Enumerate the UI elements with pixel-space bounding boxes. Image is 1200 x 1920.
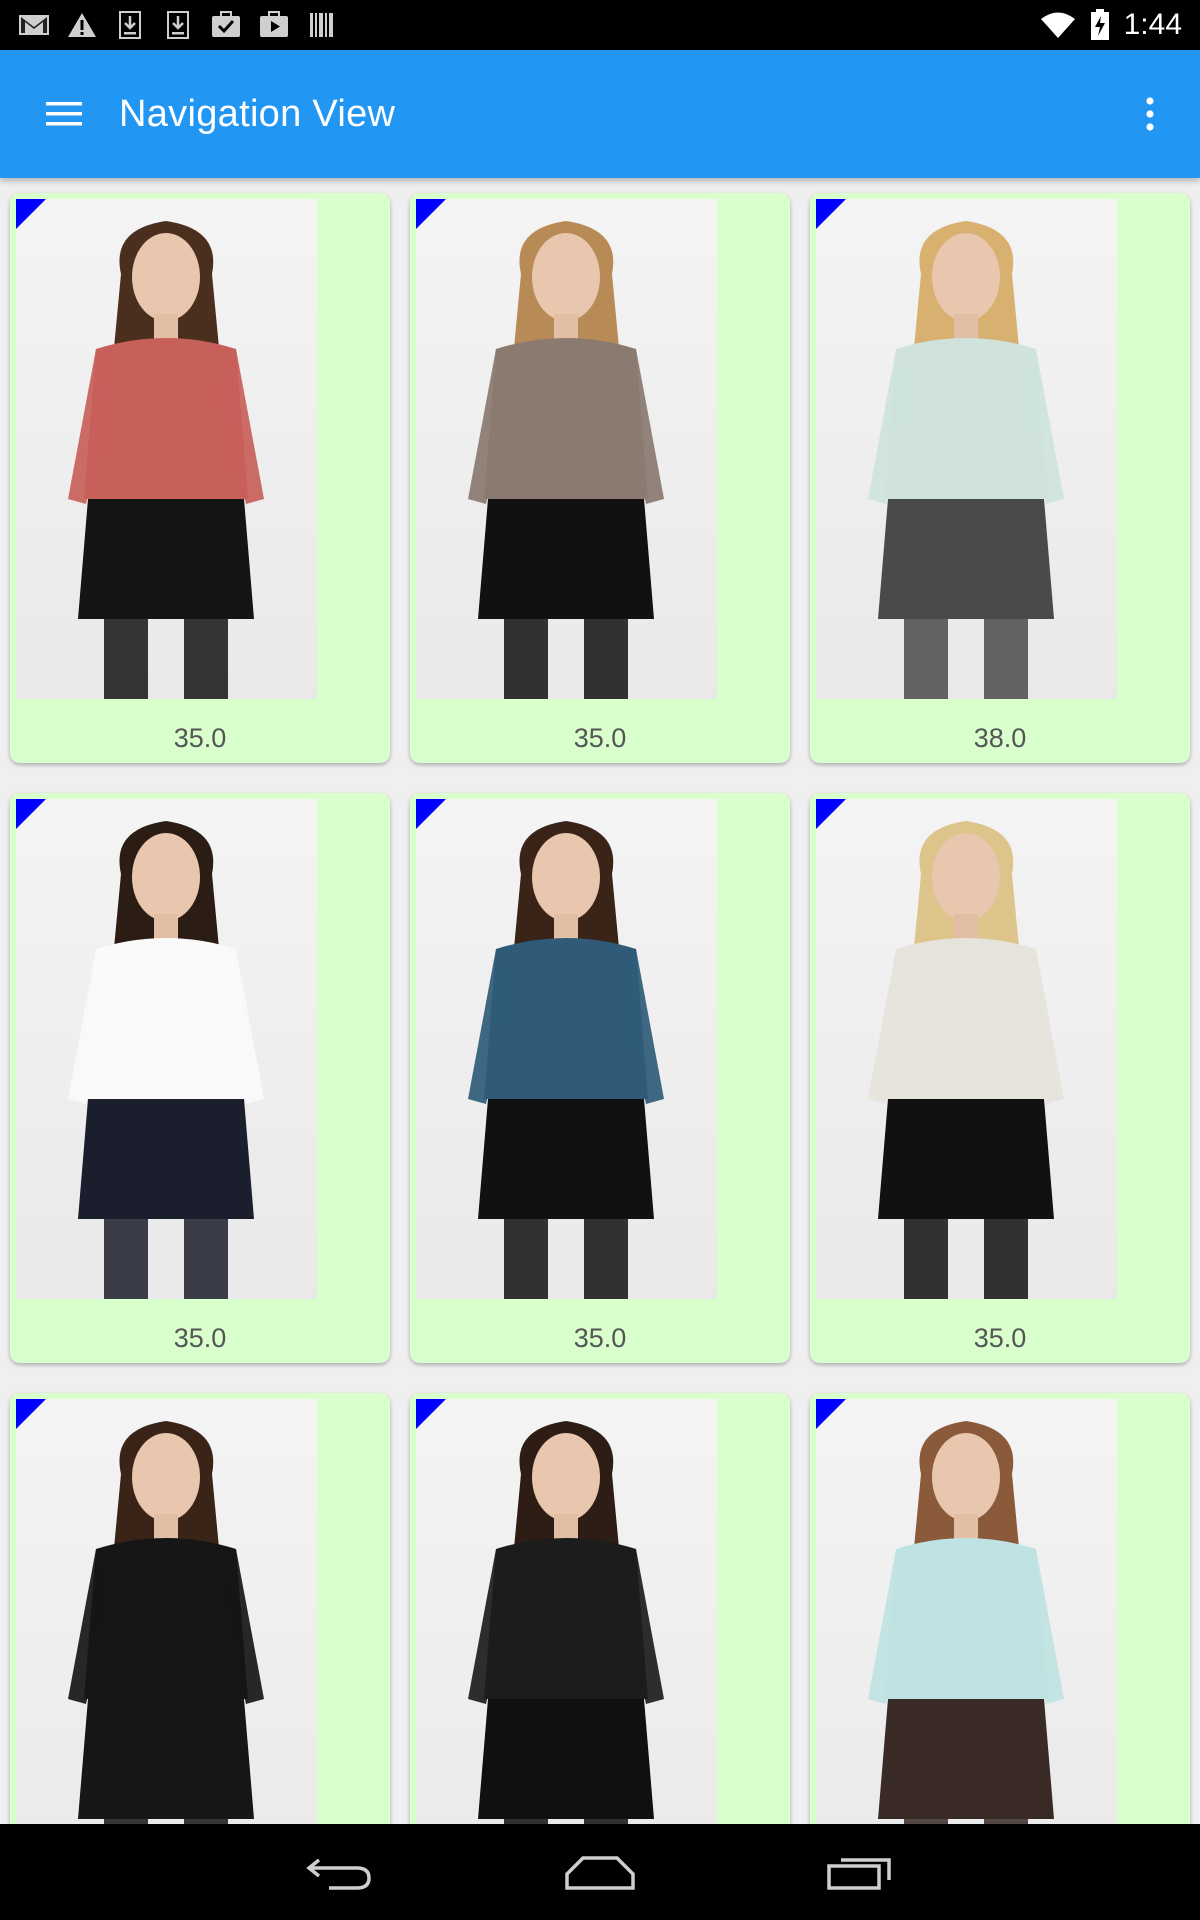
back-icon[interactable]: [285, 1842, 395, 1902]
battery-charging-icon: [1090, 9, 1110, 41]
system-status: 1:44: [1040, 8, 1182, 42]
product-photo: [416, 799, 717, 1299]
product-photo: [16, 1399, 317, 1824]
hamburger-menu-icon[interactable]: [33, 83, 95, 145]
warning-icon: [66, 10, 98, 40]
task-icon: [210, 10, 242, 40]
product-price: 35.0: [973, 1323, 1027, 1353]
product-card[interactable]: 38.0: [810, 193, 1190, 763]
product-price: 38.0: [973, 723, 1027, 753]
corner-marker: [16, 799, 46, 829]
product-photo: [816, 799, 1117, 1299]
product-price: 35.0: [573, 1323, 627, 1353]
product-grid: 35.0 35.0 38.0 35.0 35.0 35.0: [0, 178, 1200, 1824]
product-card[interactable]: [10, 1393, 390, 1824]
home-icon[interactable]: [545, 1842, 655, 1902]
product-card[interactable]: [810, 1393, 1190, 1824]
page-title: Navigation View: [119, 92, 396, 135]
corner-marker: [816, 199, 846, 229]
corner-marker: [416, 1399, 446, 1429]
corner-marker: [416, 199, 446, 229]
app-bar: Navigation View: [0, 50, 1200, 178]
product-price: 35.0: [173, 1323, 227, 1353]
more-vert-icon[interactable]: [1120, 84, 1180, 144]
clock: 1:44: [1123, 8, 1182, 41]
recents-icon[interactable]: [805, 1842, 915, 1902]
corner-marker: [416, 799, 446, 829]
product-card[interactable]: 35.0: [810, 793, 1190, 1363]
download-icon: [162, 10, 194, 40]
corner-marker: [16, 1399, 46, 1429]
product-card[interactable]: 35.0: [10, 193, 390, 763]
product-photo: [816, 199, 1117, 699]
product-photo: [416, 199, 717, 699]
notification-icons: [18, 10, 338, 40]
product-photo: [16, 799, 317, 1299]
gmail-icon: [18, 10, 50, 40]
product-photo: [416, 1399, 717, 1824]
product-card[interactable]: [410, 1393, 790, 1824]
wifi-icon: [1040, 11, 1076, 39]
play-store-icon: [258, 10, 290, 40]
status-bar: 1:44: [0, 0, 1200, 50]
corner-marker: [816, 799, 846, 829]
corner-marker: [16, 199, 46, 229]
barcode-icon: [306, 10, 338, 40]
product-card[interactable]: 35.0: [410, 193, 790, 763]
product-price: 35.0: [573, 723, 627, 753]
product-card[interactable]: 35.0: [410, 793, 790, 1363]
product-price: 35.0: [173, 723, 227, 753]
product-card[interactable]: 35.0: [10, 793, 390, 1363]
corner-marker: [816, 1399, 846, 1429]
system-nav-bar: [0, 1824, 1200, 1920]
download-icon: [114, 10, 146, 40]
product-photo: [816, 1399, 1117, 1824]
product-photo: [16, 199, 317, 699]
